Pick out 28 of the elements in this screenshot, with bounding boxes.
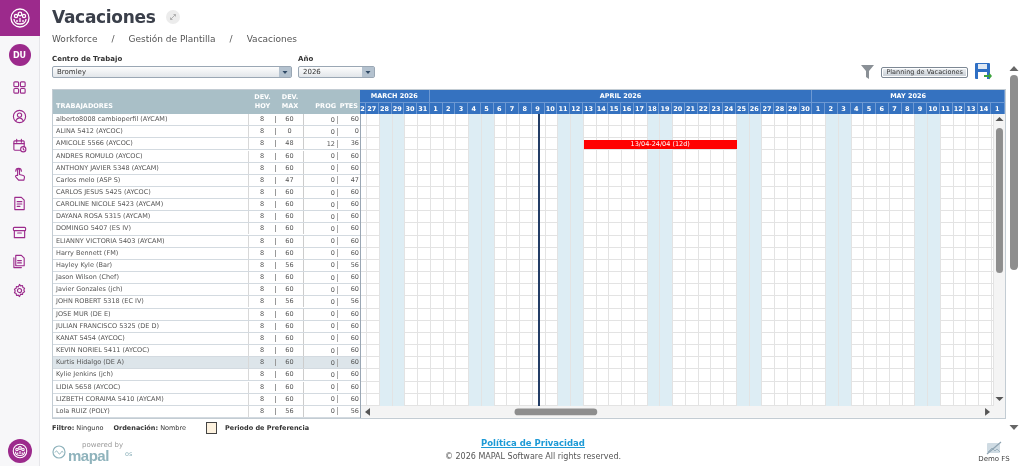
logo-icon: [52, 444, 66, 459]
breadcrumb-separator: /: [111, 33, 115, 46]
user-icon[interactable]: [12, 109, 27, 124]
dashboard-icon[interactable]: [12, 80, 27, 95]
breadcrumb-link[interactable]: Workforce: [52, 32, 98, 46]
legend-swatch: [206, 421, 217, 434]
breadcrumb-link[interactable]: Gestión de Plantilla: [128, 32, 216, 46]
vertical-scrollbar[interactable]: [994, 114, 1005, 418]
filter-icon[interactable]: [861, 65, 875, 79]
page-scrollbar[interactable]: [1008, 64, 1020, 432]
caret-icon: [362, 67, 374, 77]
settings-icon[interactable]: [12, 283, 27, 298]
calendar-icon[interactable]: [12, 138, 27, 153]
horizontal-scrollbar[interactable]: [361, 405, 995, 418]
document-icon[interactable]: [12, 196, 27, 211]
archive-icon[interactable]: [12, 225, 27, 240]
logo-icon[interactable]: [7, 439, 32, 463]
copyright-text: © 2026 MAPAL Software All rights reserved.: [444, 450, 622, 463]
user-avatar[interactable]: DU: [8, 44, 31, 66]
page-title: Vacaciones: [52, 7, 156, 27]
breadcrumb-link[interactable]: Vacaciones: [246, 32, 297, 46]
caret-icon: [279, 67, 291, 77]
hand-pointer-icon[interactable]: [12, 167, 27, 182]
documents-icon[interactable]: [12, 254, 27, 269]
save-icon[interactable]: [975, 63, 992, 81]
brand-logo: mapal: [68, 448, 109, 463]
breadcrumb-separator: /: [229, 33, 233, 46]
logo-icon[interactable]: [0, 0, 40, 36]
